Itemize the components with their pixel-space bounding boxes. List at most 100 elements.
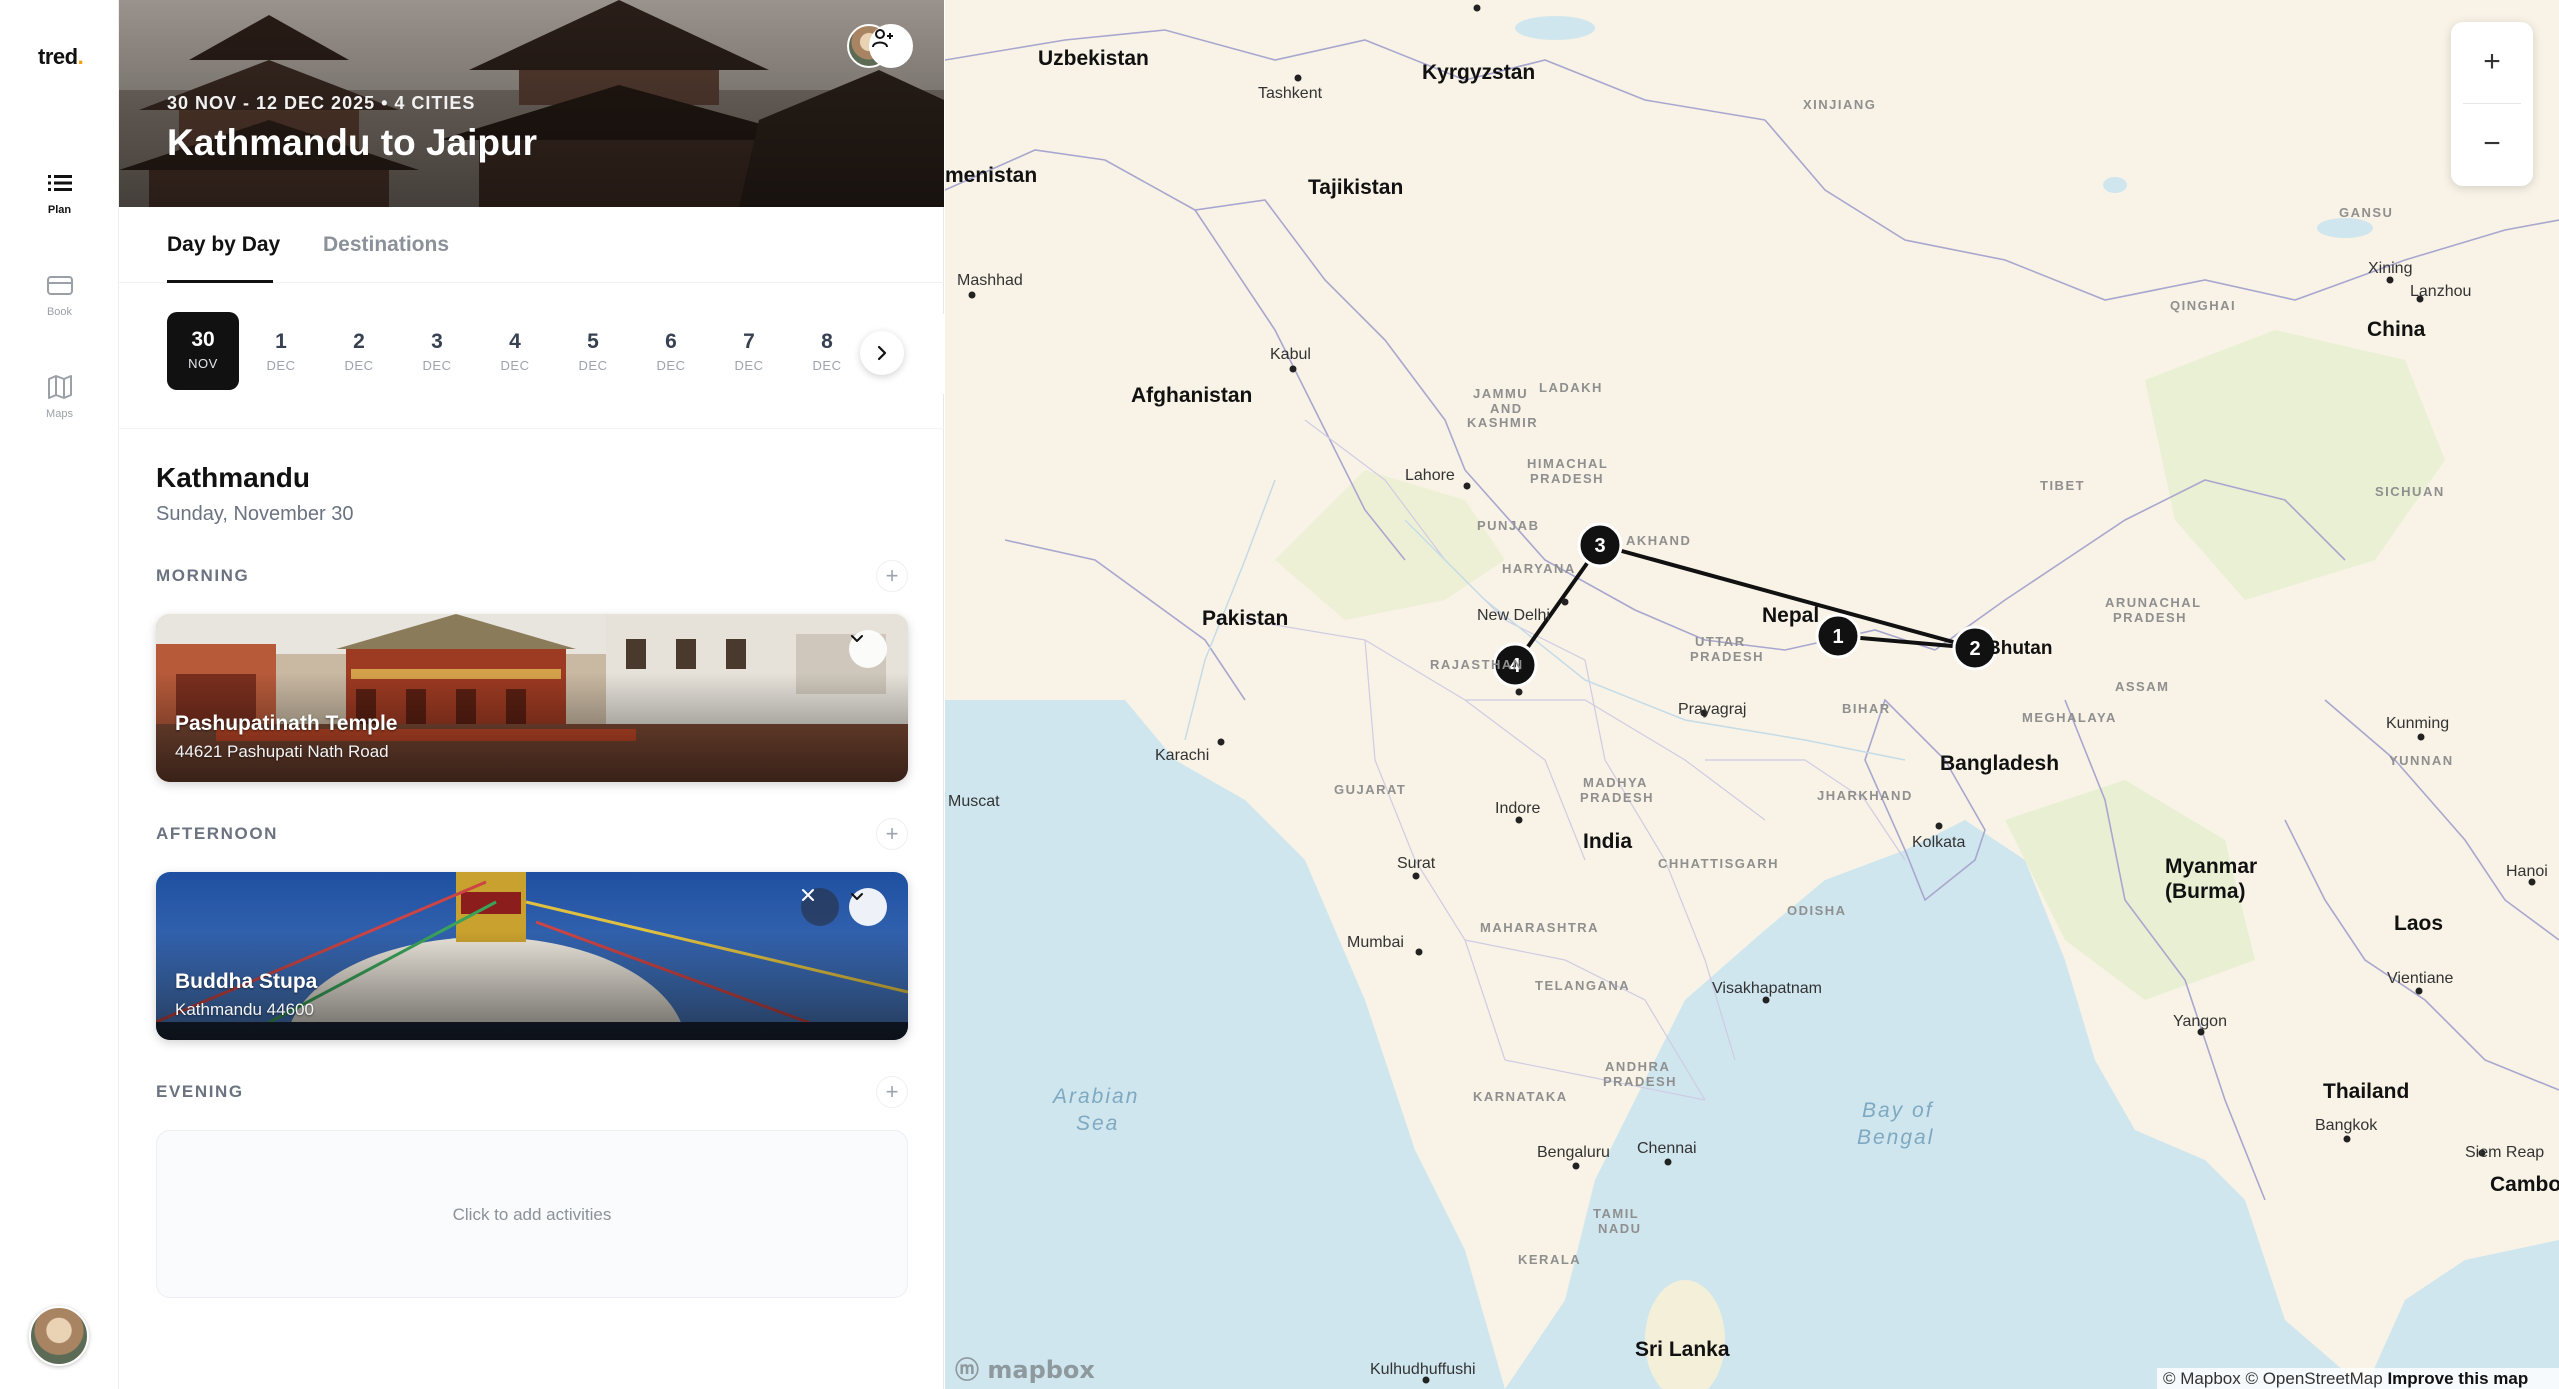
map-label-country: China bbox=[2367, 318, 2426, 341]
map-label-region: TELANGANA bbox=[1535, 978, 1630, 993]
map-label-country: India bbox=[1583, 830, 1632, 853]
add-afternoon-activity-button[interactable]: + bbox=[876, 818, 908, 850]
map-label-city: Lahore bbox=[1405, 467, 1455, 484]
itinerary-panel: 30 NOV - 12 DEC 2025 • 4 CITIES Kathmand… bbox=[119, 0, 944, 1389]
rail-item-book[interactable]: Book bbox=[0, 270, 119, 318]
trip-members bbox=[847, 24, 919, 68]
rail-item-plan[interactable]: Plan bbox=[0, 168, 119, 216]
map-attribution: © Mapbox © OpenStreetMap Improve this ma… bbox=[2157, 1368, 2559, 1389]
zoom-in-button[interactable]: + bbox=[2451, 22, 2533, 102]
day-month: DEC bbox=[734, 358, 764, 373]
map-label-city: Vientiane bbox=[2387, 970, 2454, 987]
map-label-region: MEGHALAYA bbox=[2022, 710, 2117, 725]
map-label-region: ANDHRA bbox=[1605, 1059, 1670, 1074]
day-number: 30 bbox=[191, 328, 215, 351]
section-morning: MORNING + bbox=[156, 558, 908, 594]
day-chip[interactable]: 2 DEC bbox=[323, 312, 395, 390]
card-icon bbox=[46, 276, 73, 295]
day-chip[interactable]: 6 DEC bbox=[635, 312, 707, 390]
expand-button[interactable] bbox=[849, 630, 887, 668]
tab-destinations[interactable]: Destinations bbox=[323, 233, 449, 257]
zoom-out-button[interactable]: − bbox=[2451, 104, 2533, 184]
map-label-region: ARUNACHAL bbox=[2105, 595, 2202, 610]
active-tab-indicator bbox=[167, 280, 273, 283]
map-label-city: Yangon bbox=[2173, 1013, 2227, 1030]
map-label-sea: Bay of bbox=[1862, 1099, 1934, 1122]
day-chip[interactable]: 30 NOV bbox=[167, 312, 239, 390]
map-label-region: GANSU bbox=[2339, 205, 2393, 220]
map-label-city: Chennai bbox=[1637, 1140, 1697, 1157]
map-label-city: Prayagraj bbox=[1678, 701, 1746, 718]
mapbox-logo[interactable]: ⓜ mapbox bbox=[955, 1350, 1095, 1385]
add-activities-placeholder[interactable]: Click to add activities bbox=[156, 1130, 908, 1298]
left-rail: tred. Plan Book Maps bbox=[0, 0, 119, 1389]
rail-item-label: Maps bbox=[46, 408, 73, 420]
day-chip[interactable]: 3 DEC bbox=[401, 312, 473, 390]
route-stop-3: 3 bbox=[1594, 535, 1605, 557]
map-label-region: ASSAM bbox=[2115, 679, 2169, 694]
user-avatar[interactable] bbox=[29, 1306, 89, 1366]
logo-text: tred bbox=[38, 44, 78, 69]
day-month: DEC bbox=[344, 358, 374, 373]
day-chip[interactable]: 1 DEC bbox=[245, 312, 317, 390]
rail-item-label: Book bbox=[46, 306, 73, 318]
mapbox-logo-text: mapbox bbox=[987, 1356, 1095, 1384]
map-label-region: ODISHA bbox=[1787, 903, 1847, 918]
app-logo[interactable]: tred. bbox=[38, 44, 84, 70]
map-label-sea: Bengal bbox=[1857, 1126, 1934, 1149]
activity-card[interactable]: Pashupatinath Temple 44621 Pashupati Nat… bbox=[156, 614, 908, 782]
day-date: Sunday, November 30 bbox=[156, 503, 354, 525]
map-label-city: Mumbai bbox=[1347, 934, 1404, 951]
add-user-icon bbox=[872, 29, 893, 48]
trip-meta: 30 NOV - 12 DEC 2025 • 4 CITIES bbox=[167, 93, 476, 113]
day-number: 1 bbox=[275, 330, 287, 353]
close-icon bbox=[802, 889, 814, 901]
map-label-city: Visakhapatnam bbox=[1712, 980, 1822, 997]
trip-map[interactable]: 1 2 3 4 Uzbekistan Kyrgyzstan menistan T… bbox=[945, 0, 2559, 1389]
day-month: DEC bbox=[500, 358, 530, 373]
add-member-button[interactable] bbox=[869, 24, 913, 68]
map-label-region: PRADESH bbox=[1603, 1074, 1677, 1089]
map-label-region: QINGHAI bbox=[2170, 298, 2236, 313]
day-chip[interactable]: 4 DEC bbox=[479, 312, 551, 390]
map-label-region: UTTAR bbox=[1695, 634, 1746, 649]
map-label-country: Myanmar bbox=[2165, 855, 2257, 878]
map-label-region: KARNATAKA bbox=[1473, 1089, 1568, 1104]
map-label-region: GUJARAT bbox=[1334, 782, 1406, 797]
map-label-city: Indore bbox=[1495, 800, 1540, 817]
map-label-city: Hanoi bbox=[2506, 863, 2548, 880]
next-days-button[interactable] bbox=[860, 331, 904, 375]
activity-title: Buddha Stupa bbox=[175, 970, 318, 993]
map-label-region: AND bbox=[1490, 401, 1523, 416]
map-label-region: AKHAND bbox=[1626, 533, 1691, 548]
map-label-country: Sri Lanka bbox=[1635, 1338, 1730, 1361]
map-label-city: Xining bbox=[2368, 260, 2412, 277]
map-label-region: LADAKH bbox=[1539, 380, 1603, 395]
add-evening-activity-button[interactable]: + bbox=[876, 1076, 908, 1108]
activity-card[interactable]: Buddha Stupa Kathmandu 44600 bbox=[156, 872, 908, 1040]
map-canvas: 1 2 3 4 Uzbekistan Kyrgyzstan menistan T… bbox=[945, 4, 2559, 1389]
day-number: 7 bbox=[743, 330, 755, 353]
map-label-region: KASHMIR bbox=[1467, 415, 1538, 430]
route-stop-2: 2 bbox=[1969, 638, 1980, 660]
remove-activity-button[interactable] bbox=[801, 888, 839, 926]
map-label-region: YUNNAN bbox=[2389, 753, 2454, 768]
add-morning-activity-button[interactable]: + bbox=[876, 560, 908, 592]
activity-address: Kathmandu 44600 bbox=[175, 1000, 314, 1019]
attribution-text[interactable]: © Mapbox © OpenStreetMap bbox=[2163, 1369, 2383, 1388]
expand-button[interactable] bbox=[849, 888, 887, 926]
map-label-city: Kulhudhuffushi bbox=[1370, 1361, 1476, 1378]
map-label-region: TAMIL bbox=[1593, 1206, 1639, 1221]
map-label-country: menistan bbox=[945, 164, 1037, 187]
map-label-region: PUNJAB bbox=[1477, 518, 1539, 533]
map-label-city: Mashhad bbox=[957, 272, 1023, 289]
tab-day-by-day[interactable]: Day by Day bbox=[167, 233, 280, 257]
day-month: NOV bbox=[188, 356, 218, 371]
day-month: DEC bbox=[656, 358, 686, 373]
day-chip[interactable]: 5 DEC bbox=[557, 312, 629, 390]
day-number: 3 bbox=[431, 330, 443, 353]
day-chip[interactable]: 7 DEC bbox=[713, 312, 785, 390]
improve-map-link[interactable]: Improve this map bbox=[2387, 1369, 2528, 1388]
rail-item-maps[interactable]: Maps bbox=[0, 372, 119, 420]
day-chip[interactable]: 8 DEC bbox=[791, 312, 863, 390]
